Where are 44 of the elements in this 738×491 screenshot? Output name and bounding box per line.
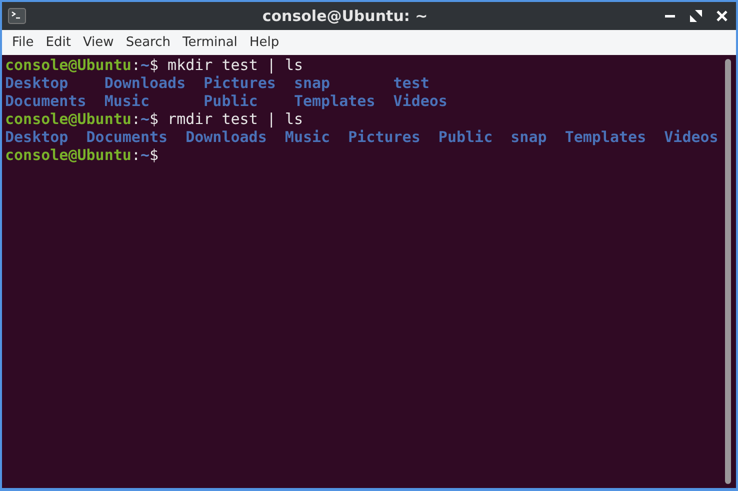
terminal-icon bbox=[8, 8, 26, 24]
directory-name: Downloads bbox=[104, 74, 186, 92]
directory-name: Music bbox=[284, 128, 330, 146]
directory-name: Videos bbox=[664, 128, 718, 146]
prompt-symbol: $ bbox=[150, 110, 159, 128]
directory-name: Desktop bbox=[5, 128, 68, 146]
menu-item[interactable]: Help bbox=[243, 35, 286, 50]
directory-name: snap bbox=[294, 74, 332, 92]
directory-name: Downloads bbox=[186, 128, 267, 146]
directory-name: snap bbox=[510, 128, 547, 146]
directory-name: Public bbox=[438, 128, 493, 146]
menu-item[interactable]: View bbox=[76, 35, 120, 50]
directory-name: Videos bbox=[393, 92, 448, 110]
menu-item[interactable]: Terminal bbox=[176, 35, 244, 50]
command-text: rmdir test | ls bbox=[168, 110, 304, 128]
directory-name: Documents bbox=[86, 128, 168, 146]
prompt-user: console@Ubuntu bbox=[5, 56, 132, 74]
prompt-separator: : bbox=[131, 56, 140, 74]
menu-item[interactable]: Edit bbox=[40, 35, 77, 50]
directory-name: Desktop bbox=[5, 74, 70, 92]
scrollbar[interactable] bbox=[725, 59, 731, 484]
prompt-user: console@Ubuntu bbox=[5, 146, 132, 164]
prompt-symbol: $ bbox=[150, 56, 159, 74]
maximize-icon[interactable] bbox=[690, 10, 702, 22]
window-title: console@Ubuntu: ~ bbox=[261, 7, 429, 25]
prompt-path: ~ bbox=[140, 110, 150, 128]
command-text: mkdir test | ls bbox=[168, 56, 304, 74]
menu-item[interactable]: File bbox=[6, 35, 40, 50]
prompt-path: ~ bbox=[140, 146, 150, 164]
directory-name: Templates bbox=[564, 128, 646, 146]
prompt-user: console@Ubuntu bbox=[5, 110, 132, 128]
prompt-separator: : bbox=[131, 146, 140, 164]
prompt-symbol: $ bbox=[150, 146, 159, 164]
prompt-path: ~ bbox=[140, 56, 150, 74]
prompt-separator: : bbox=[131, 110, 140, 128]
directory-name: Documents bbox=[5, 92, 86, 110]
directory-name: Music bbox=[104, 92, 150, 110]
menu-item[interactable]: Search bbox=[120, 35, 176, 50]
directory-name: Pictures bbox=[348, 128, 420, 146]
directory-name: Public bbox=[204, 92, 259, 110]
directory-name: Templates bbox=[294, 92, 376, 110]
directory-name: Pictures bbox=[204, 74, 276, 92]
close-icon[interactable] bbox=[716, 10, 728, 22]
directory-name: test bbox=[393, 74, 430, 92]
